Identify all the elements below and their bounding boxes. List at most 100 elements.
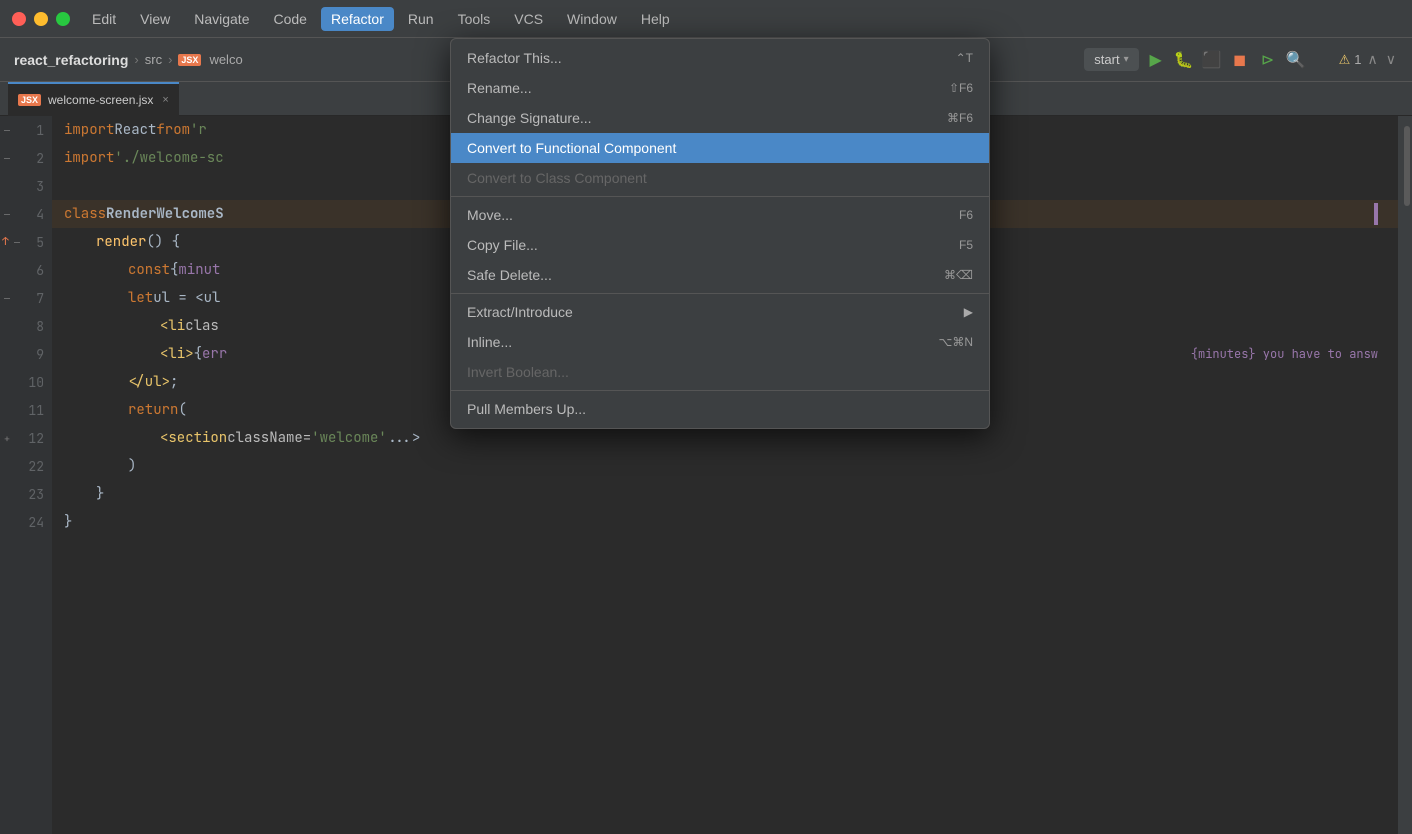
run-config-chevron: ▾ <box>1124 54 1129 65</box>
src-folder: src <box>145 52 162 67</box>
line-number-9: 9 <box>0 340 52 368</box>
coverage-button[interactable]: ⬛ <box>1201 49 1223 71</box>
menu-item-refactor-this[interactable]: Refactor This... ⌃T <box>451 43 989 73</box>
menu-item-label: Refactor This... <box>467 50 562 66</box>
line-number-11: 11 <box>0 396 52 424</box>
line-number-6: 6 <box>0 256 52 284</box>
line-number-24: 24 <box>0 508 52 536</box>
menubar: Edit View Navigate Code Refactor Run Too… <box>0 0 1412 38</box>
menu-separator-2 <box>451 293 989 294</box>
code-line-22: ) <box>52 452 1398 480</box>
line-number-8: 8 <box>0 312 52 340</box>
menu-help[interactable]: Help <box>631 7 680 31</box>
menu-item-label: Convert to Class Component <box>467 170 647 186</box>
menu-item-label: Convert to Functional Component <box>467 140 676 156</box>
warning-icon: ⚠ <box>1339 52 1351 68</box>
line-number-7: — 7 <box>0 284 52 312</box>
tab-close-button[interactable]: × <box>162 94 168 106</box>
line-number-1: — 1 <box>0 116 52 144</box>
run-config-button[interactable]: start ▾ <box>1084 48 1138 71</box>
menu-separator-3 <box>451 390 989 391</box>
line-number-23: 23 <box>0 480 52 508</box>
highlight-marker <box>1374 203 1378 225</box>
run-dash-button[interactable]: ⊳ <box>1257 49 1279 71</box>
tab-welcome-screen[interactable]: JSX welcome-screen.jsx × <box>8 82 179 116</box>
line-number-10: 10 <box>0 368 52 396</box>
code-line-23: } <box>52 480 1398 508</box>
search-button[interactable]: 🔍 <box>1285 49 1307 71</box>
menu-item-shortcut: ⌘F6 <box>947 111 973 125</box>
menu-item-shortcut: F5 <box>959 238 973 252</box>
warning-count: 1 <box>1354 52 1361 67</box>
menu-item-shortcut: ⌃T <box>956 51 973 65</box>
code-line-24: } <box>52 508 1398 536</box>
menu-separator-1 <box>451 196 989 197</box>
menu-item-shortcut: F6 <box>959 208 973 222</box>
fold-icon-1[interactable]: — <box>4 124 10 137</box>
toolbar-right: start ▾ ▶ 🐛 ⬛ ◼ ⊳ 🔍 ⚠ 1 ∧ ∨ <box>1084 48 1398 71</box>
menu-code[interactable]: Code <box>263 7 316 31</box>
gutter: — 1 — 2 3 — 4 ↑ — 5 6 — 7 8 9 <box>0 116 52 834</box>
debug-button[interactable]: 🐛 <box>1173 49 1195 71</box>
menu-item-rename[interactable]: Rename... ⇧F6 <box>451 73 989 103</box>
maximize-button[interactable] <box>56 12 70 26</box>
menu-item-label: Copy File... <box>467 237 538 253</box>
minimize-button[interactable] <box>34 12 48 26</box>
line-number-22: 22 <box>0 452 52 480</box>
menu-item-shortcut: ⌥⌘N <box>939 335 974 349</box>
run-button[interactable]: ▶ <box>1145 49 1167 71</box>
menu-window[interactable]: Window <box>557 7 627 31</box>
menu-item-shortcut: ⇧F6 <box>949 81 973 95</box>
tab-label: welcome-screen.jsx <box>48 93 153 107</box>
menu-item-convert-functional[interactable]: Convert to Functional Component <box>451 133 989 163</box>
refactor-dropdown-menu: Refactor This... ⌃T Rename... ⇧F6 Change… <box>450 38 990 429</box>
breakpoint-icon: ↑ <box>2 235 9 249</box>
fold-icon-12[interactable]: + <box>4 432 10 445</box>
menu-item-invert-boolean: Invert Boolean... <box>451 357 989 387</box>
menu-item-label: Safe Delete... <box>467 267 552 283</box>
menu-tools[interactable]: Tools <box>448 7 501 31</box>
stop-button[interactable]: ◼ <box>1229 49 1251 71</box>
menu-item-label: Inline... <box>467 334 512 350</box>
menu-view[interactable]: View <box>130 7 180 31</box>
menu-item-safe-delete[interactable]: Safe Delete... ⌘⌫ <box>451 260 989 290</box>
menu-item-label: Move... <box>467 207 513 223</box>
fold-icon-4[interactable]: — <box>4 208 10 221</box>
breadcrumb: react_refactoring › src › JSX welco <box>14 52 243 68</box>
menu-vcs[interactable]: VCS <box>504 7 553 31</box>
menu-edit[interactable]: Edit <box>82 7 126 31</box>
jsx-badge: JSX <box>178 54 201 66</box>
line-number-5: ↑ — 5 <box>0 228 52 256</box>
menu-refactor[interactable]: Refactor <box>321 7 394 31</box>
close-button[interactable] <box>12 12 26 26</box>
menu-item-arrow: ▶ <box>964 305 973 319</box>
fold-icon-5[interactable]: — <box>14 236 20 249</box>
menu-item-move[interactable]: Move... F6 <box>451 200 989 230</box>
traffic-lights <box>12 12 70 26</box>
menu-item-copy-file[interactable]: Copy File... F5 <box>451 230 989 260</box>
line-number-2: — 2 <box>0 144 52 172</box>
scroll-thumb[interactable] <box>1404 126 1410 206</box>
menu-run[interactable]: Run <box>398 7 444 31</box>
fold-icon-2[interactable]: — <box>4 152 10 165</box>
line-number-12: + 12 <box>0 424 52 452</box>
warning-up-chevron[interactable]: ∧ <box>1366 51 1380 68</box>
fold-icon-7[interactable]: — <box>4 292 10 305</box>
line-number-3: 3 <box>0 172 52 200</box>
menu-navigate[interactable]: Navigate <box>184 7 259 31</box>
menu-item-label: Invert Boolean... <box>467 364 569 380</box>
menu-item-convert-class: Convert to Class Component <box>451 163 989 193</box>
line-number-4: — 4 <box>0 200 52 228</box>
menu-item-extract-introduce[interactable]: Extract/Introduce ▶ <box>451 297 989 327</box>
menu-item-shortcut: ⌘⌫ <box>944 268 973 282</box>
warning-down-chevron[interactable]: ∨ <box>1384 51 1398 68</box>
menu-item-change-signature[interactable]: Change Signature... ⌘F6 <box>451 103 989 133</box>
menu-item-label: Extract/Introduce <box>467 304 573 320</box>
menu-item-inline[interactable]: Inline... ⌥⌘N <box>451 327 989 357</box>
file-name: welco <box>209 52 242 67</box>
menu-item-label: Pull Members Up... <box>467 401 586 417</box>
editor-scrollbar[interactable] <box>1398 116 1412 834</box>
menu-item-pull-members-up[interactable]: Pull Members Up... <box>451 394 989 424</box>
menu-item-label: Change Signature... <box>467 110 592 126</box>
project-name: react_refactoring <box>14 52 128 68</box>
